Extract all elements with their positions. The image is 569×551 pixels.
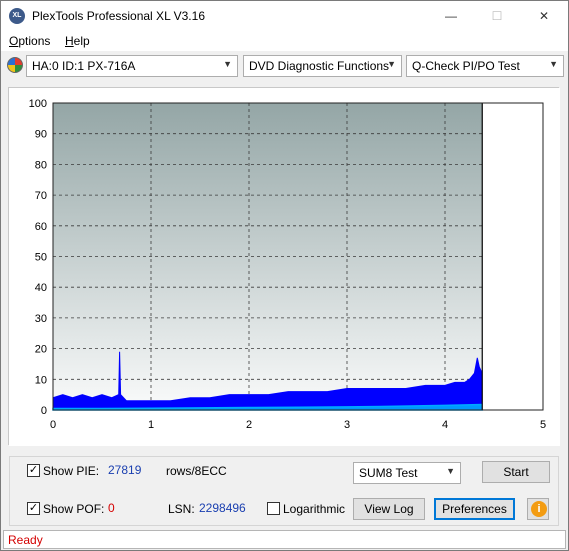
lsn-value: 2298496 [199,501,246,515]
show-pie-checkbox[interactable]: ✓ [27,464,40,477]
pi-po-chart: 100 90 80 70 60 50 40 30 20 10 0 012345 [8,87,560,446]
minimize-button[interactable]: — [428,1,474,31]
y-tick-label: 20 [35,344,47,356]
toolbar: HA:0 ID:1 PX-716A ▼ DVD Diagnostic Funct… [1,52,568,80]
show-poe-checkbox[interactable]: ✓ [27,502,40,515]
pie-value: 27819 [108,463,142,477]
logarithmic-checkbox[interactable] [267,502,280,515]
x-tick-label: 5 [540,419,546,431]
y-tick-label: 40 [35,282,47,294]
lsn-label: LSN: [168,502,195,516]
x-tick-label: 3 [344,419,350,431]
preferences-button[interactable]: Preferences [434,498,515,520]
pie-unit-label: rows/8ECC [166,464,227,478]
y-tick-label: 10 [35,374,47,386]
chevron-down-icon: ▼ [446,466,455,476]
drive-disc-icon [7,57,23,73]
info-button[interactable]: i [527,498,549,520]
y-tick-label: 80 [35,159,47,171]
x-tick-label: 1 [148,419,154,431]
app-window: XL PlexTools Professional XL V3.16 — ☐ ✕… [0,0,569,551]
app-logo-icon: XL [9,8,25,24]
menu-help[interactable]: Help [65,34,90,48]
x-tick-label: 0 [50,419,56,431]
y-tick-label: 50 [35,252,47,264]
start-button[interactable]: Start [482,461,550,483]
y-tick-label: 70 [35,190,47,202]
chevron-down-icon: ▼ [549,59,558,69]
info-icon: i [531,501,547,517]
logarithmic-label: Logarithmic [283,502,346,516]
function-select[interactable]: DVD Diagnostic Functions ▼ [243,55,402,77]
poe-value: 0 [108,501,115,515]
show-pie-label: Show PIE: [43,464,100,478]
x-tick-label: 4 [442,419,448,431]
y-tick-label: 0 [41,405,47,417]
unused-region [482,103,543,410]
title-bar: XL PlexTools Professional XL V3.16 — ☐ ✕ [1,1,568,31]
y-tick-label: 90 [35,129,47,141]
show-poe-label: Show POF: [43,502,105,516]
menu-bar: Options Help [1,31,568,51]
y-tick-label: 60 [35,221,47,233]
chart-svg: 1009080706050403020100 012345 [9,88,560,446]
drive-select[interactable]: HA:0 ID:1 PX-716A ▼ [26,55,238,77]
maximize-button[interactable]: ☐ [474,1,520,31]
y-tick-label: 30 [35,313,47,325]
test-select[interactable]: Q-Check PI/PO Test ▼ [406,55,564,77]
status-bar: Ready [3,530,566,549]
x-tick-label: 2 [246,419,252,431]
window-title: PlexTools Professional XL V3.16 [32,9,205,23]
sum-test-select[interactable]: SUM8 Test ▼ [353,462,461,484]
chevron-down-icon: ▼ [223,59,232,69]
chevron-down-icon: ▼ [387,59,396,69]
control-panel: ✓ Show PIE: 27819 rows/8ECC SUM8 Test ▼ … [1,451,568,531]
close-button[interactable]: ✕ [521,1,567,31]
y-tick-label: 100 [29,98,47,110]
menu-options[interactable]: Options [9,34,50,48]
view-log-button[interactable]: View Log [353,498,425,520]
status-text: Ready [8,533,43,547]
